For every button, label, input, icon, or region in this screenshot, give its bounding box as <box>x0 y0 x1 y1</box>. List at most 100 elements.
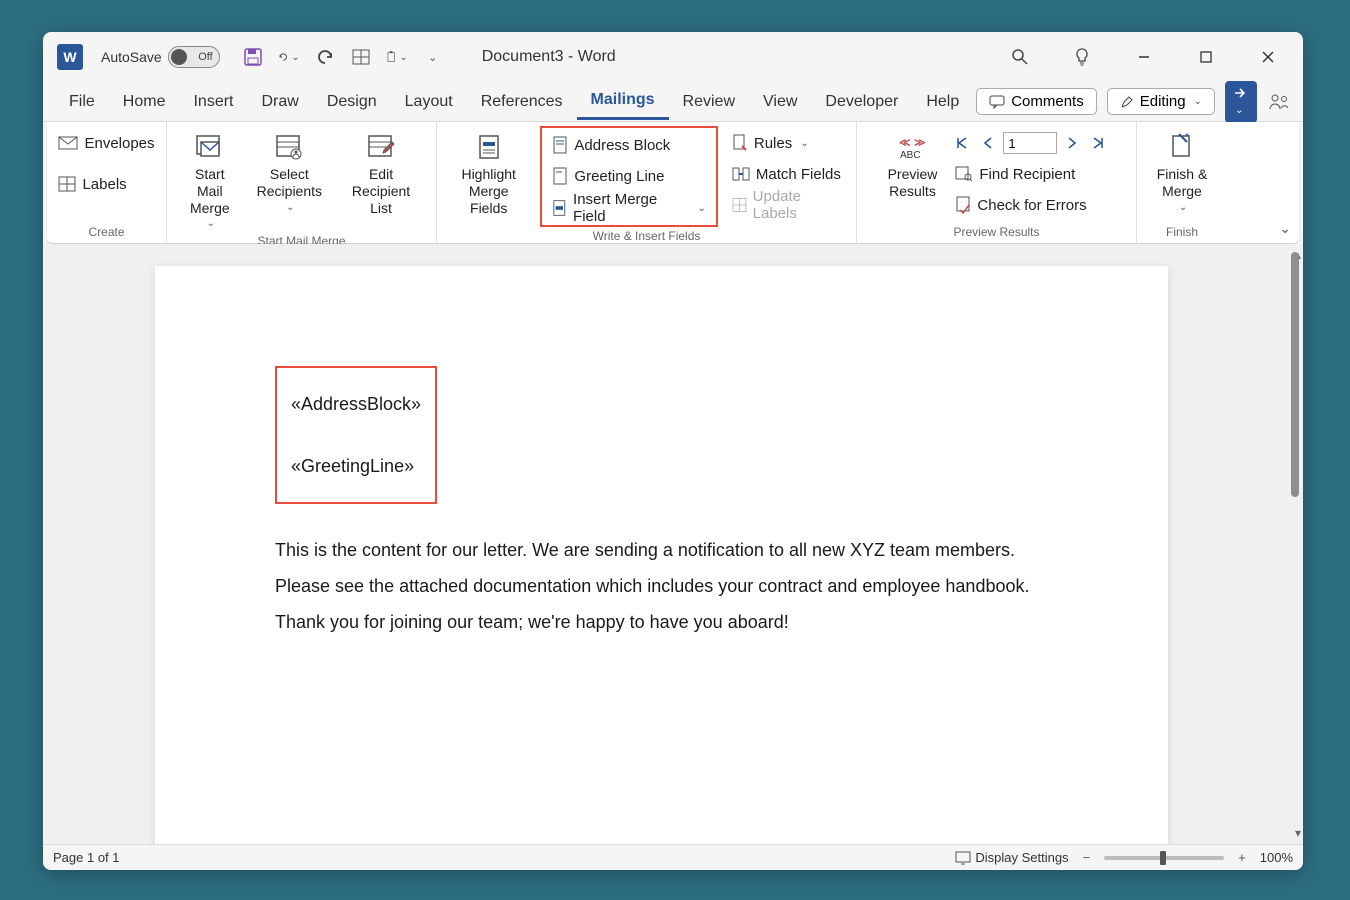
comments-button[interactable]: Comments <box>976 88 1097 115</box>
group-finish-label: Finish <box>1147 223 1217 243</box>
qat-more-icon[interactable]: ⌄ <box>422 46 444 68</box>
undo-icon[interactable]: ⌄ <box>278 46 300 68</box>
last-record-button[interactable] <box>1087 132 1109 154</box>
zoom-level[interactable]: 100% <box>1260 850 1293 865</box>
group-finish: Finish & Merge⌄ Finish <box>1137 122 1227 243</box>
body-paragraph-2[interactable]: Please see the attached documentation wh… <box>275 568 1048 604</box>
prev-record-button[interactable] <box>977 132 999 154</box>
tab-insert[interactable]: Insert <box>179 85 247 119</box>
edit-recipient-list-label: Edit Recipient List <box>340 166 422 216</box>
tab-help[interactable]: Help <box>912 85 973 119</box>
group-write-insert: Highlight Merge Fields Address Block Gre… <box>437 122 857 243</box>
labels-label: Labels <box>82 176 126 193</box>
address-block-field[interactable]: «AddressBlock» <box>291 386 421 422</box>
update-labels-button: Update Labels <box>728 190 846 220</box>
tab-mailings[interactable]: Mailings <box>577 83 669 120</box>
editing-mode-button[interactable]: Editing ⌄ <box>1107 88 1215 115</box>
finish-merge-button[interactable]: Finish & Merge⌄ <box>1153 128 1212 216</box>
start-mail-merge-button[interactable]: Start Mail Merge⌄ <box>177 128 243 232</box>
tab-home[interactable]: Home <box>109 85 180 119</box>
search-icon[interactable] <box>1009 46 1031 68</box>
word-app-icon: W <box>57 44 83 70</box>
tab-references[interactable]: References <box>467 85 577 119</box>
group-start-mail-merge: Start Mail Merge⌄ Select Recipients⌄ Edi… <box>167 122 437 243</box>
find-recipient-button[interactable]: Find Recipient <box>951 159 1109 189</box>
check-errors-button[interactable]: Check for Errors <box>951 190 1109 220</box>
zoom-slider-thumb[interactable] <box>1160 851 1166 865</box>
autosave-state: Off <box>198 51 212 63</box>
tab-file[interactable]: File <box>55 85 109 119</box>
greeting-line-button[interactable]: Greeting Line <box>548 161 709 191</box>
greeting-line-field[interactable]: «GreetingLine» <box>291 448 421 484</box>
start-mail-merge-label: Start Mail Merge <box>181 166 239 216</box>
highlighted-write-buttons: Address Block Greeting Line Insert Merge… <box>540 126 717 227</box>
envelopes-label: Envelopes <box>84 135 154 152</box>
autosave-label: AutoSave <box>101 49 162 65</box>
title-bar: W AutoSave Off ⌄ ⌄ <box>43 32 1303 82</box>
display-settings-label: Display Settings <box>975 850 1068 865</box>
paste-icon[interactable]: ⌄ <box>386 46 408 68</box>
display-settings-icon[interactable]: Display Settings <box>955 850 1068 865</box>
zoom-in-button[interactable]: + <box>1234 850 1250 865</box>
document-title: Document3 - Word <box>482 48 616 66</box>
tab-view[interactable]: View <box>749 85 811 119</box>
quick-access-toolbar: ⌄ ⌄ ⌄ <box>242 46 444 68</box>
rules-button[interactable]: Rules⌄ <box>728 128 846 158</box>
word-window: W AutoSave Off ⌄ ⌄ <box>43 32 1303 870</box>
highlight-merge-fields-button[interactable]: Highlight Merge Fields <box>447 128 530 218</box>
select-recipients-icon <box>272 130 306 164</box>
maximize-button[interactable] <box>1195 46 1217 68</box>
zoom-out-button[interactable]: − <box>1079 850 1095 865</box>
collapse-ribbon-button[interactable]: ⌄ <box>1279 220 1291 237</box>
save-icon[interactable] <box>242 46 264 68</box>
select-recipients-button[interactable]: Select Recipients⌄ <box>253 128 326 216</box>
edit-recipient-list-button[interactable]: Edit Recipient List <box>336 128 426 218</box>
highlight-label: Highlight Merge Fields <box>451 166 526 216</box>
redo-icon[interactable] <box>314 46 336 68</box>
finish-merge-icon <box>1165 130 1199 164</box>
group-preview-results: ≪≫ABC Preview Results Find Recipient <box>857 122 1137 243</box>
zoom-slider[interactable] <box>1104 856 1224 860</box>
document-page[interactable]: «AddressBlock» «GreetingLine» This is th… <box>155 266 1168 844</box>
preview-results-label: Preview Results <box>888 166 938 200</box>
lightbulb-icon[interactable] <box>1071 46 1093 68</box>
labels-button[interactable]: Labels <box>54 169 158 199</box>
write-extra-stack: Rules⌄ Match Fields Update Labels <box>728 128 846 220</box>
edit-recipient-list-icon <box>364 130 398 164</box>
scrollbar-thumb[interactable] <box>1291 252 1299 497</box>
autosave-control: AutoSave Off <box>101 46 220 68</box>
page-indicator[interactable]: Page 1 of 1 <box>53 850 120 865</box>
match-fields-button[interactable]: Match Fields <box>728 159 846 189</box>
scroll-down-arrow[interactable]: ▾ <box>1295 826 1301 840</box>
tab-draw[interactable]: Draw <box>247 85 312 119</box>
svg-text:≪: ≪ <box>899 137 911 149</box>
vertical-scrollbar[interactable] <box>1289 252 1301 772</box>
tab-review[interactable]: Review <box>669 85 749 119</box>
tab-layout[interactable]: Layout <box>391 85 467 119</box>
select-recipients-label: Select Recipients <box>257 166 322 200</box>
tab-developer[interactable]: Developer <box>811 85 912 119</box>
close-button[interactable] <box>1257 46 1279 68</box>
tab-design[interactable]: Design <box>313 85 391 119</box>
check-errors-label: Check for Errors <box>977 197 1086 214</box>
next-record-button[interactable] <box>1061 132 1083 154</box>
collaborate-icon[interactable] <box>1267 90 1291 114</box>
share-button[interactable]: ⌄ <box>1225 81 1257 123</box>
status-bar: Page 1 of 1 Display Settings − + 100% <box>43 844 1303 870</box>
envelopes-button[interactable]: Envelopes <box>54 128 158 158</box>
toggle-knob <box>171 49 187 65</box>
grid-icon[interactable] <box>350 46 372 68</box>
body-paragraph-1[interactable]: This is the content for our letter. We a… <box>275 532 1048 568</box>
record-number-input[interactable] <box>1003 132 1057 154</box>
highlight-icon <box>472 130 506 164</box>
address-block-button[interactable]: Address Block <box>548 130 709 160</box>
body-paragraph-3[interactable]: Thank you for joining our team; we're ha… <box>275 604 1048 640</box>
insert-merge-field-button[interactable]: Insert Merge Field ⌄ <box>548 193 709 223</box>
find-recipient-label: Find Recipient <box>979 166 1075 183</box>
autosave-toggle[interactable]: Off <box>168 46 220 68</box>
right-tools: Comments Editing ⌄ ⌄ <box>976 81 1291 123</box>
minimize-button[interactable] <box>1133 46 1155 68</box>
preview-results-icon: ≪≫ABC <box>895 130 929 164</box>
first-record-button[interactable] <box>951 132 973 154</box>
preview-results-button[interactable]: ≪≫ABC Preview Results <box>884 128 942 202</box>
